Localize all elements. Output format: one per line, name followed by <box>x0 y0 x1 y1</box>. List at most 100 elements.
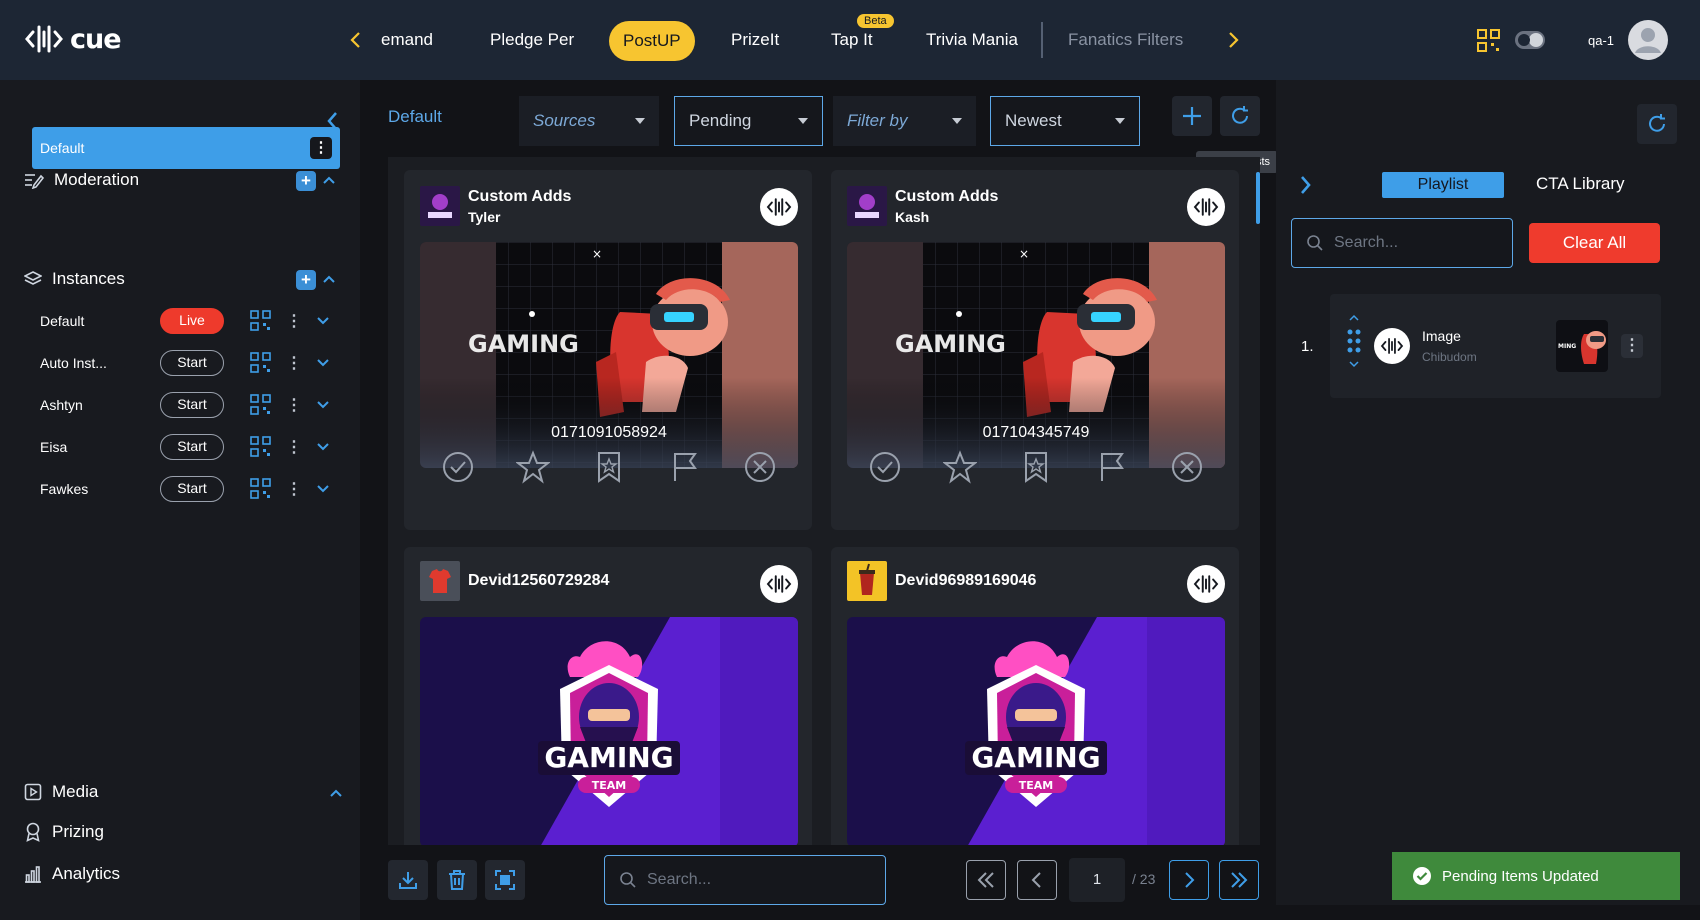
nav-item-demand[interactable]: emand <box>381 0 433 80</box>
moderation-item-default[interactable]: Default ⋮ <box>32 127 340 169</box>
add-post-button[interactable] <box>1172 96 1212 136</box>
top-bar: cue emand Pledge Per PostUP PrizeIt Beta… <box>0 0 1700 80</box>
panel-expand-button[interactable] <box>1297 174 1315 196</box>
add-moderation-button[interactable]: + <box>296 171 316 191</box>
post-card[interactable]: Devid12560729284 GAMING TEAM <box>404 547 812 845</box>
qr-code-icon[interactable] <box>250 352 272 374</box>
nav-item-prizeit[interactable]: PrizeIt <box>731 0 779 80</box>
qr-code-icon[interactable] <box>250 310 272 332</box>
kebab-menu-icon[interactable]: ⋮ <box>1621 334 1643 358</box>
chevron-down-icon[interactable] <box>316 358 330 368</box>
status-dropdown[interactable]: Pending <box>674 96 823 146</box>
bookmark-star-icon[interactable] <box>1019 450 1053 484</box>
start-button[interactable]: Start <box>160 392 224 418</box>
qr-code-button[interactable] <box>1476 28 1502 54</box>
qr-code-icon[interactable] <box>250 436 272 458</box>
chevron-right-icon <box>1185 872 1195 888</box>
live-status-button[interactable]: Live <box>160 308 224 334</box>
gaming-avatar-icon <box>420 186 460 226</box>
post-image[interactable]: GAMING TEAM <box>847 617 1225 845</box>
cue-badge-icon[interactable] <box>760 565 798 603</box>
flag-icon[interactable] <box>1095 450 1129 484</box>
cue-logo-icon <box>766 575 792 593</box>
page-number-input[interactable]: 1 <box>1069 858 1125 902</box>
clear-all-button[interactable]: Clear All <box>1529 223 1660 263</box>
prev-page-button[interactable] <box>1017 860 1057 900</box>
moderation-header[interactable]: Moderation <box>24 170 139 190</box>
approve-icon[interactable] <box>868 450 902 484</box>
cue-badge-icon[interactable] <box>1187 188 1225 226</box>
chevron-down-icon[interactable] <box>316 442 330 452</box>
post-image[interactable]: GAMING × 017104345749 <box>847 242 1225 468</box>
reject-icon[interactable] <box>743 450 777 484</box>
cue-badge-icon[interactable] <box>1187 565 1225 603</box>
nav-next-arrow[interactable] <box>1221 28 1245 52</box>
next-page-button[interactable] <box>1169 860 1209 900</box>
bottom-search-input[interactable]: Search... <box>604 855 886 905</box>
select-all-button[interactable] <box>485 860 525 900</box>
start-button[interactable]: Start <box>160 476 224 502</box>
sort-dropdown[interactable]: Newest <box>990 96 1140 146</box>
card-actions <box>420 450 798 484</box>
instances-collapse[interactable] <box>322 273 336 285</box>
theme-toggle[interactable] <box>1514 29 1546 51</box>
breadcrumb[interactable]: Default <box>388 107 442 127</box>
first-page-button[interactable] <box>966 860 1006 900</box>
star-icon[interactable] <box>943 450 978 484</box>
start-button[interactable]: Start <box>160 350 224 376</box>
right-panel <box>1276 80 1700 905</box>
nav-prev-arrow[interactable] <box>344 28 368 52</box>
chevron-down-icon[interactable] <box>316 484 330 494</box>
flag-icon[interactable] <box>668 450 702 484</box>
playlist-item[interactable]: Image Chibudom MING ⋮ <box>1330 294 1661 398</box>
chevron-down-icon[interactable] <box>316 316 330 326</box>
nav-item-trivia-mania[interactable]: Trivia Mania <box>926 0 1018 80</box>
kebab-menu-icon[interactable]: ⋮ <box>286 479 302 499</box>
nav-item-fanatics-filters[interactable]: Fanatics Filters <box>1068 0 1183 80</box>
nav-item-tap-it[interactable]: Tap It <box>831 0 873 80</box>
filter-by-dropdown[interactable]: Filter by <box>833 96 976 146</box>
nav-item-pledge-per[interactable]: Pledge Per <box>490 0 574 80</box>
sidebar-item-prizing[interactable]: Prizing <box>24 822 104 842</box>
update-posts-button[interactable] <box>1220 96 1260 136</box>
playlist-search-input[interactable]: Search... <box>1291 218 1513 268</box>
sources-dropdown[interactable]: Sources <box>519 96 659 146</box>
kebab-menu-icon[interactable]: ⋮ <box>286 353 302 373</box>
grid-scrollbar[interactable] <box>1256 172 1260 224</box>
post-card[interactable]: Devid96989169046 GAMING TEAM <box>831 547 1239 845</box>
nav-item-postup[interactable]: PostUP <box>609 21 695 61</box>
cue-badge-icon[interactable] <box>760 188 798 226</box>
post-card[interactable]: Custom Adds Tyler 0171091058924 <box>404 170 812 530</box>
post-image[interactable]: GAMING TEAM <box>420 617 798 845</box>
media-collapse[interactable] <box>329 787 343 799</box>
kebab-menu-icon[interactable]: ⋮ <box>310 137 332 159</box>
tab-playlist[interactable]: Playlist <box>1382 172 1504 198</box>
tab-cta-library[interactable]: CTA Library <box>1536 174 1625 194</box>
user-avatar[interactable] <box>1628 20 1668 60</box>
add-instance-button[interactable]: + <box>296 270 316 290</box>
chevron-down-icon[interactable] <box>316 400 330 410</box>
sidebar-item-analytics[interactable]: Analytics <box>24 864 120 884</box>
star-icon[interactable] <box>516 450 551 484</box>
start-button[interactable]: Start <box>160 434 224 460</box>
post-image[interactable]: GAMING × 0171091058924 <box>420 242 798 468</box>
refresh-playlist-button[interactable] <box>1637 104 1677 144</box>
card-subtitle: Kash <box>895 208 930 225</box>
cue-logo[interactable]: cue <box>24 22 122 56</box>
reject-icon[interactable] <box>1170 450 1204 484</box>
kebab-menu-icon[interactable]: ⋮ <box>286 437 302 457</box>
download-button[interactable] <box>388 860 428 900</box>
kebab-menu-icon[interactable]: ⋮ <box>286 395 302 415</box>
sidebar-item-media[interactable]: Media <box>24 782 98 802</box>
post-card[interactable]: Custom Adds Kash 017104345749 <box>831 170 1239 530</box>
instances-header[interactable]: Instances <box>24 269 125 289</box>
approve-icon[interactable] <box>441 450 475 484</box>
last-page-button[interactable] <box>1219 860 1259 900</box>
qr-code-icon[interactable] <box>250 478 272 500</box>
kebab-menu-icon[interactable]: ⋮ <box>286 311 302 331</box>
bookmark-star-icon[interactable] <box>592 450 626 484</box>
delete-button[interactable] <box>437 860 477 900</box>
moderation-collapse[interactable] <box>322 174 336 186</box>
qr-code-icon[interactable] <box>250 394 272 416</box>
drag-handle[interactable] <box>1346 314 1362 378</box>
